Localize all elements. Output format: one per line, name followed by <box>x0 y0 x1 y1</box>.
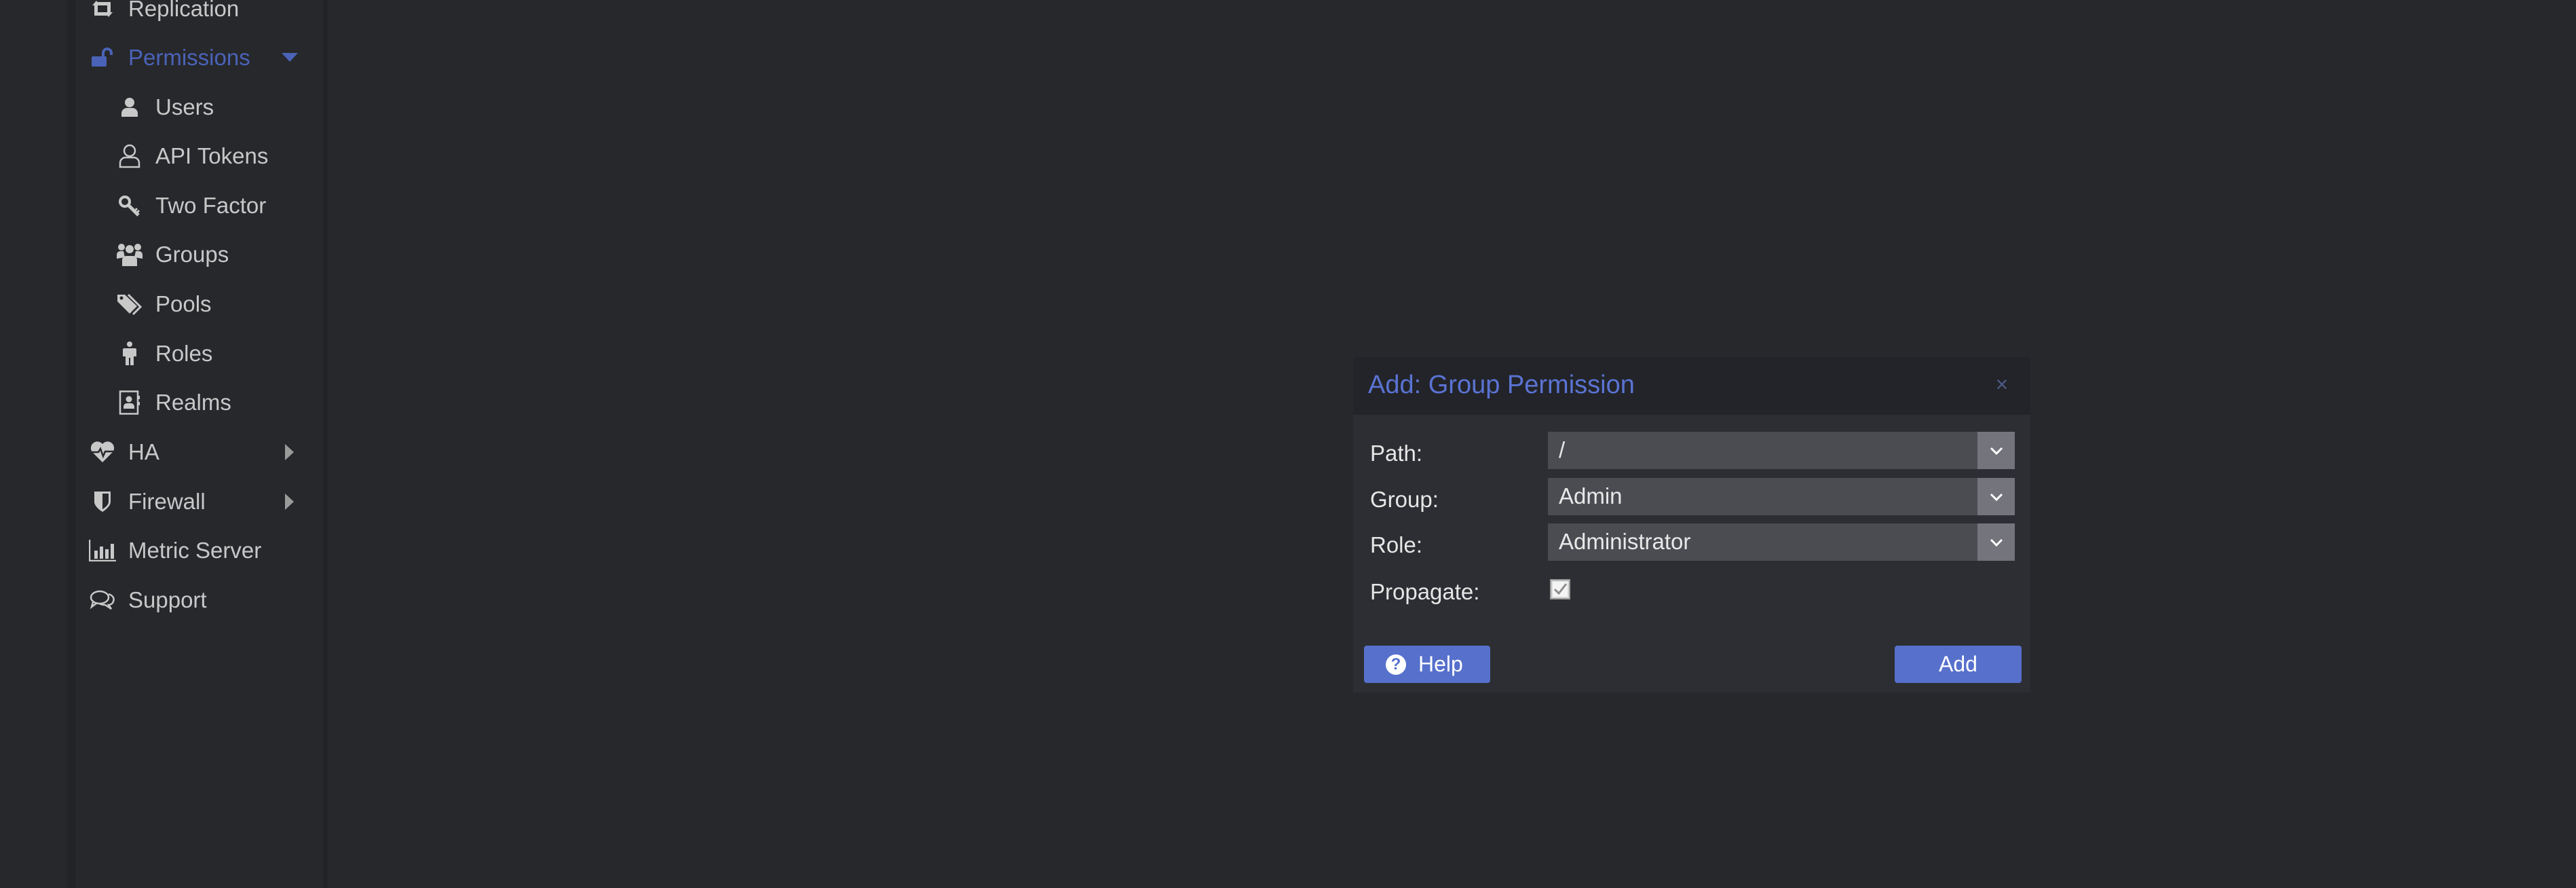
sidebar-item-label: Support <box>128 587 207 612</box>
sidebar-item-label: Permissions <box>128 45 250 70</box>
users-icon <box>116 241 143 268</box>
key-icon <box>116 192 143 219</box>
sidebar-item-label: Firewall <box>128 489 206 514</box>
chevron-down-icon[interactable] <box>1977 478 2015 515</box>
add-button-label: Add <box>1939 652 1977 676</box>
group-combobox[interactable]: Admin <box>1548 478 2015 515</box>
sidebar-item-two-factor[interactable]: Two Factor <box>75 181 323 230</box>
sidebar-item-permissions[interactable]: Permissions <box>75 33 323 82</box>
comments-icon <box>89 587 116 614</box>
sidebar-item-users[interactable]: Users <box>75 83 323 132</box>
close-icon[interactable]: × <box>1994 372 2010 396</box>
sidebar-item-label: Users <box>155 94 214 119</box>
propagate-checkbox[interactable] <box>1550 579 1570 599</box>
group-value: Admin <box>1559 483 1623 508</box>
sidebar-item-realms[interactable]: Realms <box>75 378 323 427</box>
sidebar-item-label: Realms <box>155 390 231 415</box>
sidebar-item-label: HA <box>128 439 159 464</box>
bar-chart-icon <box>89 537 116 564</box>
left-gutter <box>0 0 67 888</box>
path-combobox[interactable]: / <box>1548 432 2015 469</box>
sidebar-item-label: Groups <box>155 242 229 267</box>
role-value: Administrator <box>1559 529 1691 554</box>
sidebar-item-roles[interactable]: Roles <box>75 329 323 378</box>
propagate-label: Propagate: <box>1370 579 1480 604</box>
sidebar-item-label: Two Factor <box>155 193 267 218</box>
sidebar-item-label: Pools <box>155 291 212 316</box>
sidebar-item-firewall[interactable]: Firewall <box>75 477 323 526</box>
sidebar-item-label: API Tokens <box>155 143 269 168</box>
sidebar-border-left <box>67 0 75 888</box>
help-button-label: Help <box>1418 652 1463 676</box>
sidebar-item-metric-server[interactable]: Metric Server <box>75 526 323 575</box>
help-button[interactable]: ? Help <box>1364 646 1490 683</box>
caret-down-icon[interactable] <box>282 50 298 66</box>
caret-right-icon[interactable] <box>282 444 298 460</box>
group-label: Group: <box>1370 487 1439 512</box>
user-outline-icon <box>116 143 143 170</box>
sidebar-resize-handle[interactable] <box>323 0 328 888</box>
add-group-permission-dialog: Add: Group Permission × Path: / Group: A… <box>1353 357 2030 692</box>
dialog-header[interactable]: Add: Group Permission × <box>1353 357 2030 415</box>
address-book-icon <box>116 389 143 416</box>
dialog-title: Add: Group Permission <box>1368 371 1635 399</box>
checkmark-icon <box>1553 583 1568 595</box>
add-button[interactable]: Add <box>1895 646 2022 683</box>
sidebar-item-groups[interactable]: Groups <box>75 230 323 279</box>
chevron-down-icon[interactable] <box>1977 432 2015 469</box>
role-label: Role: <box>1370 532 1423 557</box>
path-value: / <box>1559 437 1566 462</box>
heartbeat-icon <box>89 439 116 466</box>
chevron-down-icon[interactable] <box>1977 523 2015 561</box>
shield-icon <box>89 488 116 515</box>
male-icon <box>116 340 143 367</box>
path-label: Path: <box>1370 441 1423 466</box>
retweet-icon <box>89 0 116 22</box>
sidebar-item-label: Metric Server <box>128 538 262 563</box>
sidebar-item-label: Replication <box>128 0 240 21</box>
user-icon <box>116 94 143 121</box>
tags-icon <box>116 291 143 318</box>
sidebar-item-ha[interactable]: HA <box>75 428 323 477</box>
sidebar-item-support[interactable]: Support <box>75 576 323 625</box>
sidebar-item-api-tokens[interactable]: API Tokens <box>75 132 323 181</box>
unlock-icon <box>89 44 116 71</box>
sidebar-item-replication[interactable]: Replication <box>75 0 323 33</box>
caret-right-icon[interactable] <box>282 494 298 510</box>
sidebar-item-pools[interactable]: Pools <box>75 280 323 329</box>
role-combobox[interactable]: Administrator <box>1548 523 2015 561</box>
question-circle-icon: ? <box>1386 654 1406 675</box>
sidebar-item-label: Roles <box>155 341 213 366</box>
